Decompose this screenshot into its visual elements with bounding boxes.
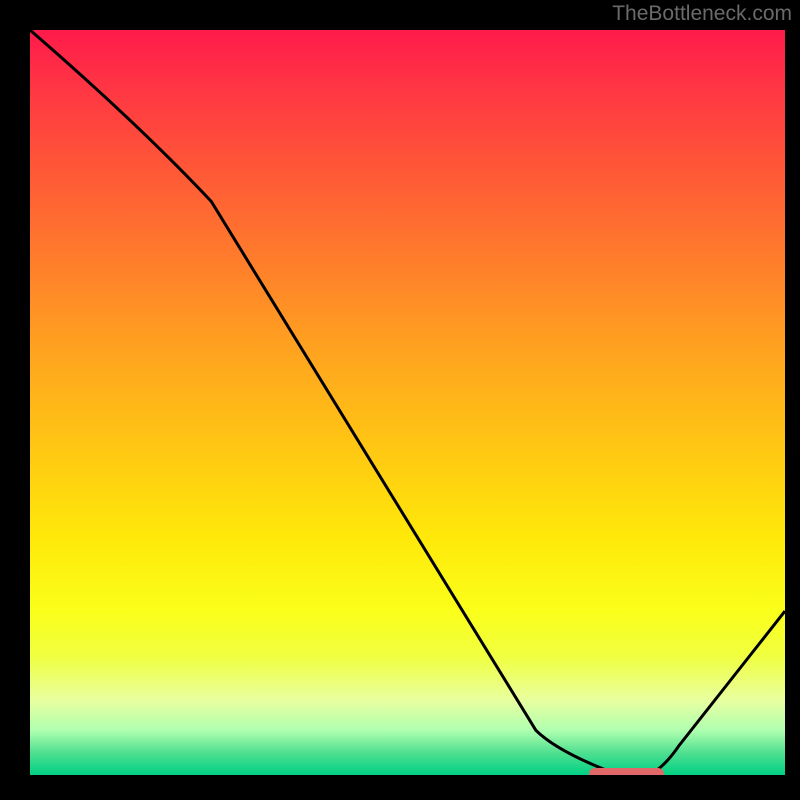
watermark-text: TheBottleneck.com — [612, 2, 792, 26]
bottleneck-curve — [30, 30, 785, 775]
optimal-range-marker — [589, 768, 665, 775]
plot-area — [30, 30, 785, 775]
curve-path — [30, 30, 785, 775]
